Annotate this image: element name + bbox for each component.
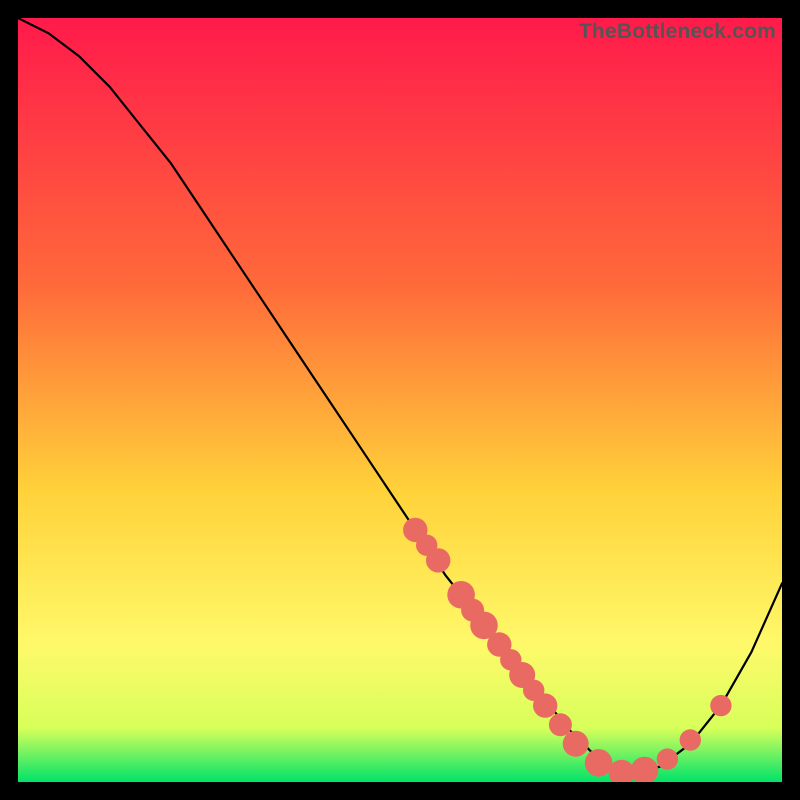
chart-frame: TheBottleneck.com [18,18,782,782]
data-marker [426,548,450,572]
data-marker [710,695,731,716]
gradient-background [18,18,782,782]
data-marker [533,693,557,717]
data-marker [657,748,678,769]
data-marker [549,713,572,736]
data-marker [585,749,613,777]
bottleneck-chart [18,18,782,782]
data-marker [563,731,589,757]
data-marker [680,729,701,750]
attribution-text: TheBottleneck.com [579,20,776,44]
